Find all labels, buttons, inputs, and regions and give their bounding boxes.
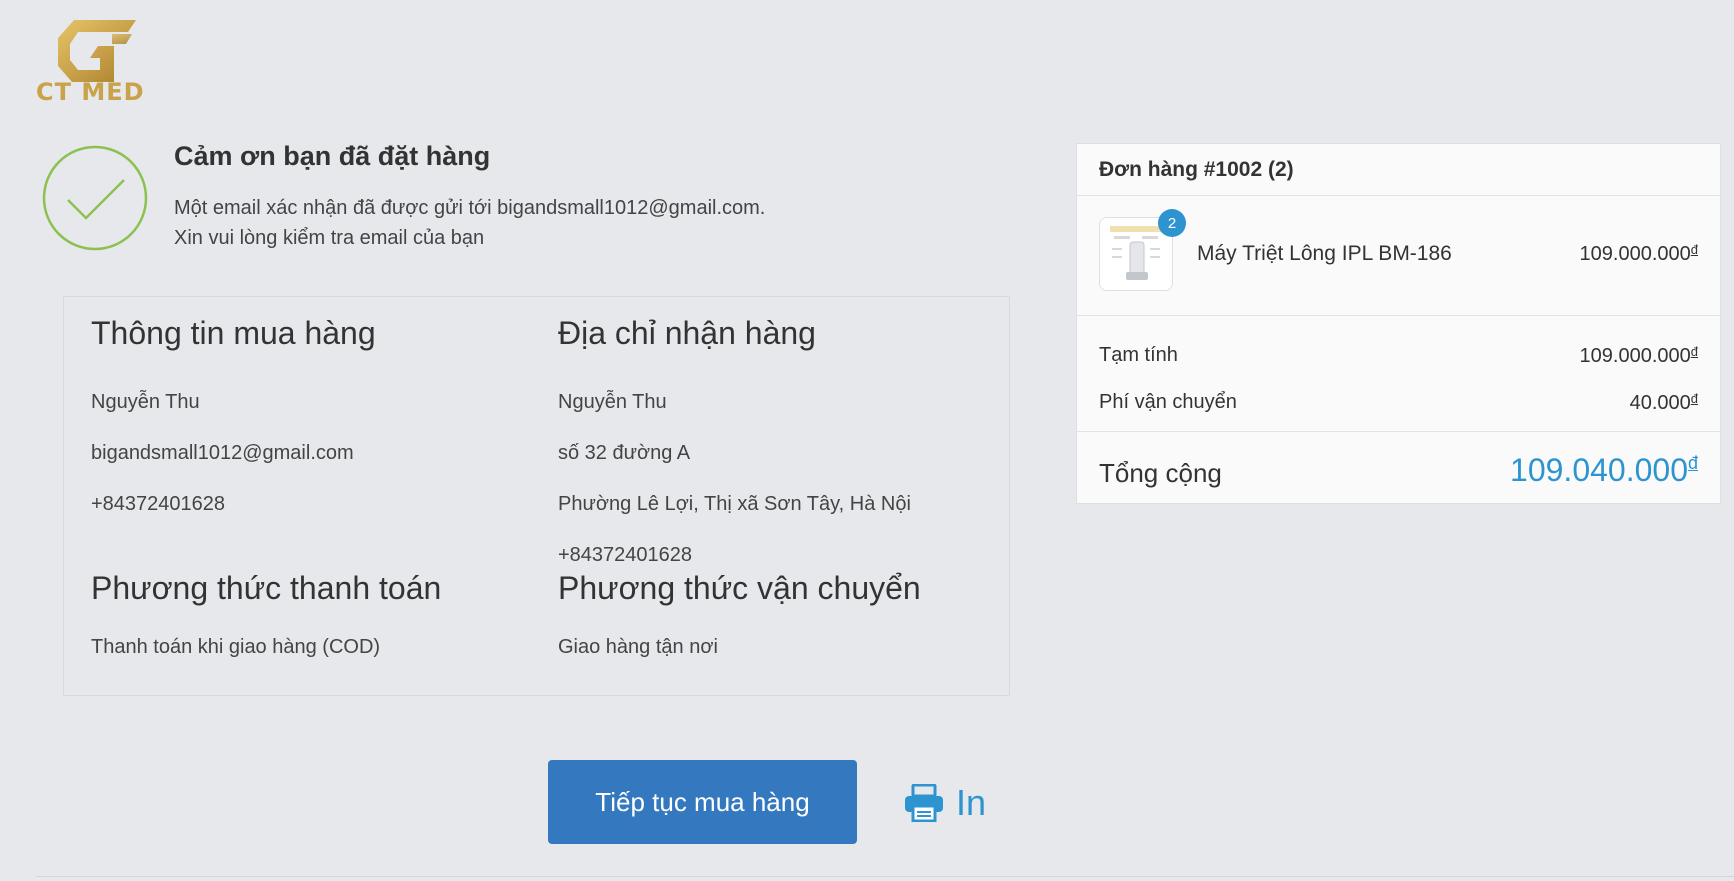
total-amount: 109.040.000 bbox=[1510, 452, 1688, 488]
payment-method-value: Thanh toán khi giao hàng (COD) bbox=[91, 636, 381, 658]
order-number: Đơn hàng #1002 (2) bbox=[1099, 158, 1294, 181]
shipping-name: Nguyễn Thu bbox=[558, 391, 667, 413]
total-value: 109.040.000đ bbox=[1510, 452, 1698, 489]
logo-mark-icon bbox=[58, 20, 136, 82]
customer-info-title: Thông tin mua hàng bbox=[91, 315, 376, 351]
logo-text: CT MED bbox=[36, 78, 145, 106]
printer-icon bbox=[905, 784, 943, 822]
shipping-phone: +84372401628 bbox=[558, 544, 693, 566]
payment-method-title: Phương thức thanh toán bbox=[91, 570, 442, 606]
footer-divider bbox=[36, 876, 1734, 877]
continue-shopping-button[interactable]: Tiếp tục mua hàng bbox=[548, 760, 857, 844]
print-label: In bbox=[956, 782, 987, 823]
product-name: Máy Triệt Lông IPL BM-186 bbox=[1197, 242, 1452, 265]
subtotal-value: 109.000.000đ bbox=[1580, 344, 1698, 368]
currency-symbol: đ bbox=[1690, 242, 1698, 257]
shipping-method-value: Giao hàng tận nơi bbox=[558, 636, 718, 658]
currency-symbol: đ bbox=[1690, 344, 1698, 359]
shipping-fee-value: 40.000đ bbox=[1630, 391, 1698, 415]
customer-email: bigandsmall1012@gmail.com bbox=[91, 442, 354, 464]
customer-phone: +84372401628 bbox=[91, 493, 226, 515]
order-item: 2 Máy Triệt Lông IPL BM-186 109.000.000đ bbox=[1077, 196, 1720, 316]
shipping-method-title: Phương thức vận chuyển bbox=[558, 570, 921, 606]
print-link[interactable]: In bbox=[904, 780, 986, 826]
shipping-fee-amount: 40.000 bbox=[1629, 392, 1691, 414]
confirmation-title: Cảm ơn bạn đã đặt hàng bbox=[174, 141, 491, 171]
shipping-address-section: Địa chỉ nhận hàng Nguyễn Thu số 32 đường… bbox=[558, 315, 911, 566]
order-info-box: Thông tin mua hàng Nguyễn Thu bigandsmal… bbox=[63, 296, 1010, 696]
currency-symbol: đ bbox=[1690, 391, 1698, 406]
customer-info-section: Thông tin mua hàng Nguyễn Thu bigandsmal… bbox=[91, 315, 376, 515]
product-price: 109.000.000đ bbox=[1580, 242, 1698, 266]
order-header: Đơn hàng #1002 (2) bbox=[1077, 144, 1720, 196]
shipping-area: Phường Lê Lợi, Thị xã Sơn Tây, Hà Nội bbox=[558, 493, 911, 515]
total-label: Tổng cộng bbox=[1099, 458, 1222, 488]
order-summary-panel: Đơn hàng #1002 (2) 2 Máy Triệt Lông IPL … bbox=[1076, 143, 1721, 504]
currency-symbol: đ bbox=[1687, 453, 1698, 473]
shipping-fee-label: Phí vận chuyển bbox=[1099, 391, 1237, 413]
subtotal-label: Tạm tính bbox=[1099, 344, 1178, 366]
shipping-street: số 32 đường A bbox=[558, 442, 691, 464]
quantity-badge: 2 bbox=[1158, 209, 1186, 237]
shipping-address-title: Địa chỉ nhận hàng bbox=[558, 315, 816, 351]
confirmation-email-message: Một email xác nhận đã được gửi tới bigan… bbox=[174, 197, 766, 219]
total-divider bbox=[1077, 431, 1720, 432]
subtotal-amount: 109.000.000 bbox=[1579, 345, 1691, 367]
shipping-method-section: Phương thức vận chuyển Giao hàng tận nơi bbox=[558, 570, 921, 658]
payment-method-section: Phương thức thanh toán Thanh toán khi gi… bbox=[91, 570, 442, 658]
customer-name: Nguyễn Thu bbox=[91, 391, 200, 413]
product-price-value: 109.000.000 bbox=[1579, 243, 1691, 265]
confirmation-check-message: Xin vui lòng kiểm tra email của bạn bbox=[174, 227, 485, 249]
checkmark-circle-icon bbox=[42, 145, 148, 251]
brand-logo[interactable]: CT MED bbox=[34, 20, 154, 110]
